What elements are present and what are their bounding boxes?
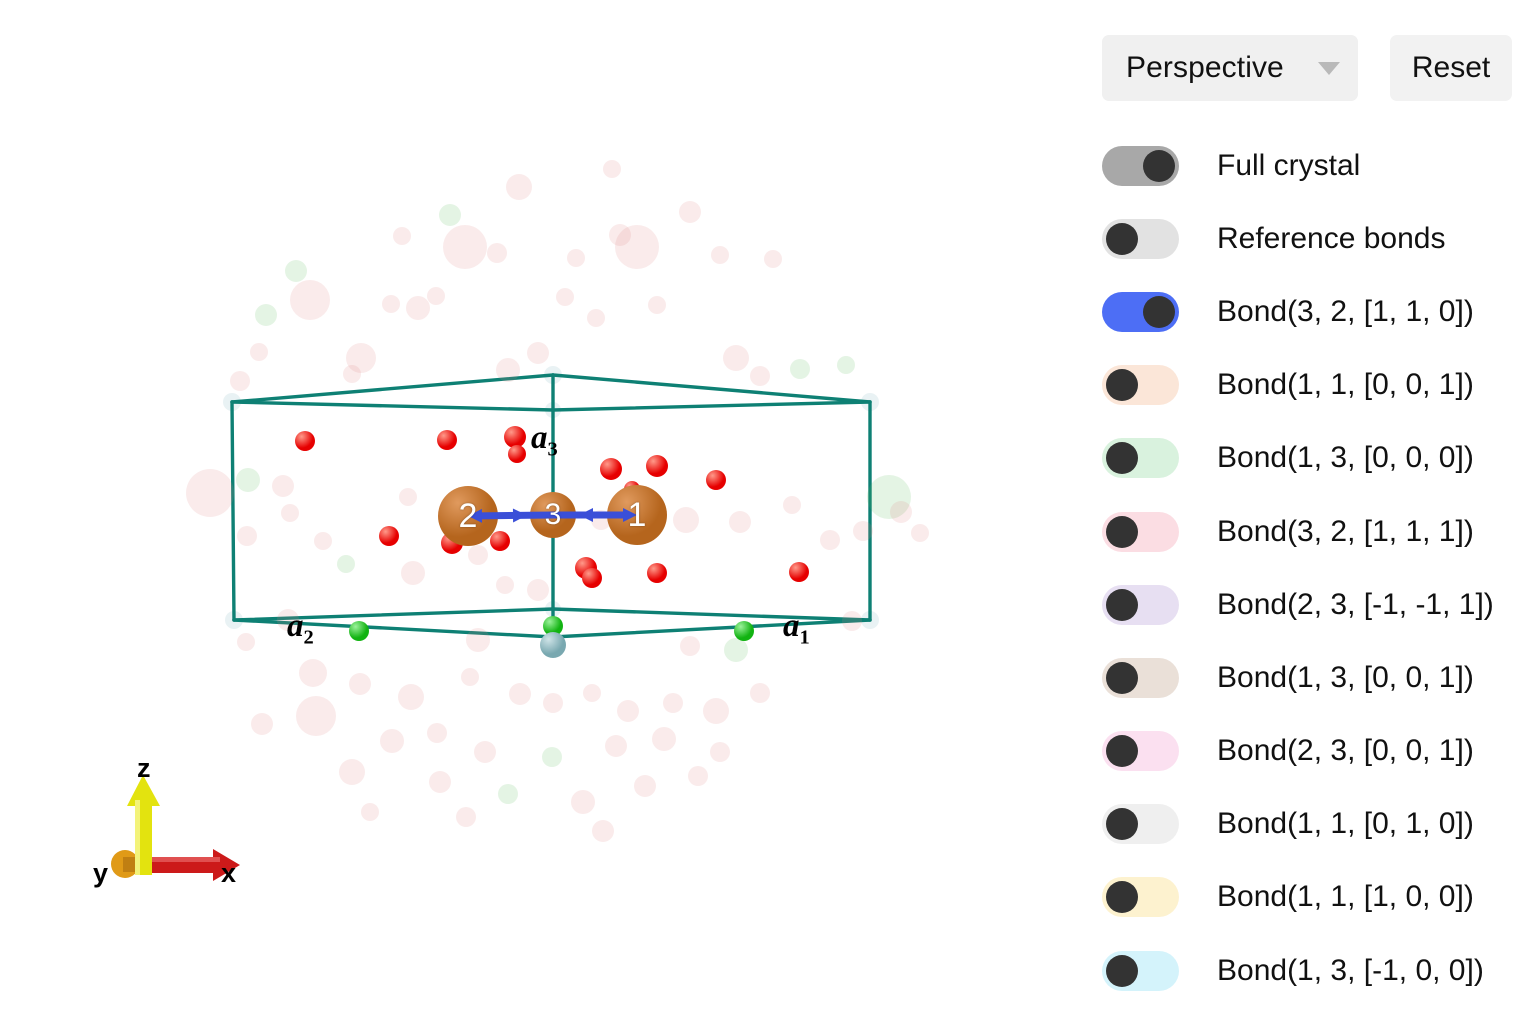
toggle-knob-icon	[1106, 442, 1138, 475]
crystal-scene[interactable]: 123 a1 a2 a3 z x y	[0, 0, 1080, 1024]
toggle-label: Bond(1, 3, [0, 0, 1])	[1217, 660, 1474, 694]
bond-toggle-row[interactable]: Reference bonds	[1102, 202, 1522, 275]
projection-select-value: Perspective	[1126, 51, 1284, 84]
reset-button[interactable]: Reset	[1389, 35, 1513, 101]
cell-vector-a1-label: a1	[783, 608, 810, 649]
toggle-label: Bond(1, 1, [1, 0, 0])	[1217, 880, 1474, 914]
toggle-knob-icon	[1106, 515, 1138, 548]
toggle-label: Bond(1, 1, [0, 1, 0])	[1217, 807, 1474, 841]
toggle-knob-icon	[1143, 295, 1175, 328]
toggle-knob-icon	[1106, 222, 1138, 255]
toggle-switch[interactable]	[1102, 731, 1179, 772]
chevron-down-icon	[1317, 61, 1340, 75]
bond-toggle-row[interactable]: Bond(1, 3, [0, 0, 1])	[1102, 641, 1522, 714]
toggle-switch[interactable]	[1102, 218, 1179, 259]
axis-label-y: y	[93, 858, 109, 888]
toggle-switch[interactable]	[1102, 145, 1179, 186]
toggle-label: Full crystal	[1217, 148, 1361, 182]
bond-toggle-row[interactable]: Bond(2, 3, [-1, -1, 1])	[1102, 568, 1522, 641]
toggle-switch[interactable]	[1102, 584, 1179, 625]
toggle-knob-icon	[1106, 735, 1138, 768]
toggle-label: Reference bonds	[1217, 221, 1446, 255]
toggle-switch[interactable]	[1102, 877, 1179, 918]
bond-toggle-row[interactable]: Bond(1, 1, [0, 0, 1])	[1102, 349, 1522, 422]
toggle-switch[interactable]	[1102, 950, 1179, 991]
axis-label-z: z	[137, 753, 151, 783]
bond-toggle-row[interactable]: Bond(1, 1, [0, 1, 0])	[1102, 788, 1522, 861]
bond-toggle-row[interactable]: Bond(1, 1, [1, 0, 0])	[1102, 861, 1522, 934]
toggle-switch[interactable]	[1102, 804, 1179, 845]
crystal-viewport[interactable]: 123 a1 a2 a3 z x y	[0, 0, 1080, 1024]
toggle-switch[interactable]	[1102, 657, 1179, 698]
toggle-label: Bond(1, 3, [-1, 0, 0])	[1217, 953, 1484, 987]
toggle-knob-icon	[1143, 149, 1175, 182]
panel-toolbar: Perspective Reset	[1102, 35, 1513, 101]
bond-toggle-row[interactable]: Bond(2, 3, [0, 0, 1])	[1102, 715, 1522, 788]
axis-label-x: x	[221, 858, 237, 888]
axis-gizmo	[111, 775, 240, 881]
toggle-switch[interactable]	[1102, 438, 1179, 479]
toggle-knob-icon	[1106, 369, 1138, 402]
cell-vector-a3-label: a3	[531, 420, 558, 461]
bond-arrow	[468, 508, 554, 523]
bond-toggle-row[interactable]: Bond(1, 3, [-1, 0, 0])	[1102, 934, 1522, 1007]
toggle-knob-icon	[1106, 661, 1138, 694]
controls-panel: Perspective Reset Full crystal Reference …	[1080, 0, 1536, 1024]
toggle-switch[interactable]	[1102, 511, 1179, 552]
bond-toggle-row[interactable]: Full crystal	[1102, 129, 1522, 202]
toggle-knob-icon	[1106, 588, 1138, 621]
toggle-label: Bond(3, 2, [1, 1, 1])	[1217, 514, 1474, 548]
toggle-switch[interactable]	[1102, 365, 1179, 406]
projection-select[interactable]: Perspective	[1102, 35, 1358, 101]
toggle-label: Bond(3, 2, [1, 1, 0])	[1217, 294, 1474, 328]
toggle-switch[interactable]	[1102, 291, 1179, 332]
toggle-knob-icon	[1106, 954, 1138, 987]
bond-arrow	[553, 508, 637, 522]
bond-toggle-row[interactable]: Bond(1, 3, [0, 0, 0])	[1102, 422, 1522, 495]
bond-toggle-list: Full crystal Reference bonds Bond(3, 2, [1…	[1102, 129, 1522, 1007]
toggle-label: Bond(1, 1, [0, 0, 1])	[1217, 368, 1474, 402]
toggle-knob-icon	[1106, 881, 1138, 914]
bond-toggle-row[interactable]: Bond(3, 2, [1, 1, 0])	[1102, 275, 1522, 348]
toggle-knob-icon	[1106, 808, 1138, 841]
toggle-label: Bond(2, 3, [0, 0, 1])	[1217, 734, 1474, 768]
toggle-label: Bond(1, 3, [0, 0, 0])	[1217, 441, 1474, 475]
bond-toggle-row[interactable]: Bond(3, 2, [1, 1, 1])	[1102, 495, 1522, 568]
cell-vector-a2-label: a2	[287, 608, 314, 649]
toggle-label: Bond(2, 3, [-1, -1, 1])	[1217, 587, 1494, 621]
